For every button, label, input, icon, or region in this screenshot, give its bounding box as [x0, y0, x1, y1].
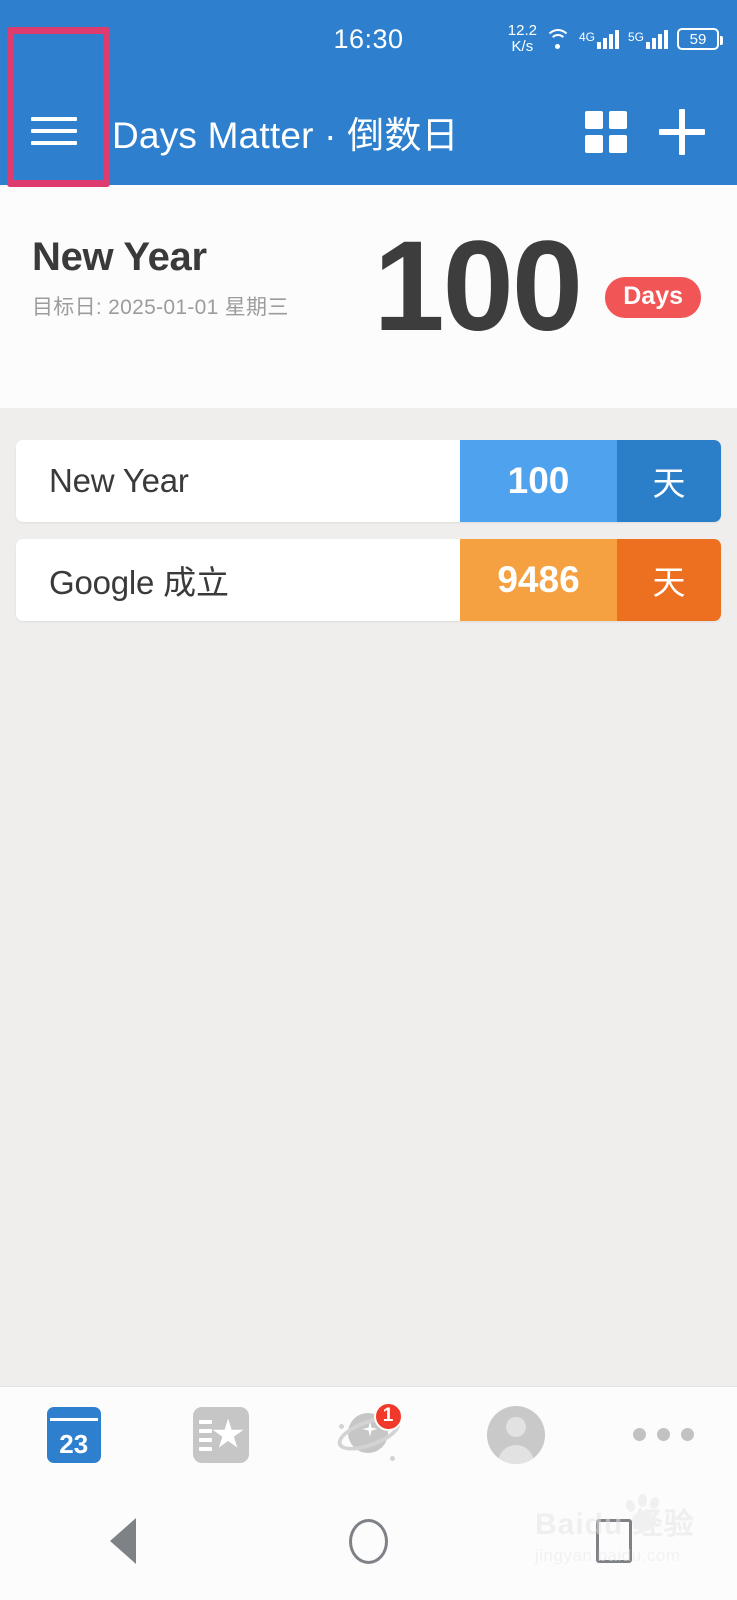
recents-square-icon: [596, 1519, 633, 1563]
featured-text-block: New Year 目标日: 2025-01-01 星期三: [32, 235, 289, 321]
calendar-icon: 23: [46, 1406, 101, 1463]
tab-bookmarks[interactable]: [147, 1387, 294, 1483]
plus-add-icon[interactable]: [652, 78, 712, 185]
grid-view-icon[interactable]: [585, 78, 627, 185]
status-bar: 16:30 12.2 K/s 4G 5G 59: [0, 0, 737, 78]
tab-more[interactable]: [590, 1387, 737, 1483]
wifi-icon: [544, 27, 572, 51]
battery-icon: 59: [677, 28, 723, 50]
android-navigation-bar: [0, 1482, 737, 1600]
user-avatar-icon: [486, 1405, 545, 1464]
nav-recents-button[interactable]: [491, 1482, 737, 1600]
list-item[interactable]: New Year 100 天: [16, 440, 721, 522]
back-triangle-icon: [109, 1518, 136, 1564]
sim1-signal-icon: 4G: [578, 29, 621, 49]
list-item[interactable]: Google 成立 9486 天: [16, 539, 721, 621]
calendar-day-number: 23: [59, 1428, 89, 1459]
more-dots-icon: [632, 1428, 694, 1441]
nav-back-button[interactable]: [0, 1482, 246, 1600]
home-circle-icon: [349, 1518, 388, 1564]
sim2-label: 5G: [627, 29, 644, 44]
network-speed-value: 12.2: [507, 22, 537, 39]
countdown-list: New Year 100 天 Google 成立 9486 天: [0, 440, 737, 638]
status-icons: 12.2 K/s 4G 5G 59: [508, 0, 723, 78]
list-item-count: 9486: [460, 539, 617, 621]
tab-profile[interactable]: [442, 1387, 589, 1483]
network-speed-unit: K/s: [511, 38, 534, 55]
featured-days-badge: Days: [605, 277, 701, 318]
list-item-unit: 天: [617, 539, 721, 621]
tab-discover[interactable]: 1: [295, 1387, 442, 1483]
tab-calendar[interactable]: 23: [0, 1387, 147, 1483]
hamburger-menu-icon[interactable]: [31, 111, 77, 151]
list-item-name: New Year: [49, 462, 189, 499]
list-item-unit: 天: [617, 440, 721, 522]
list-item-name: Google 成立: [49, 564, 229, 601]
bottom-tab-bar: 23 1: [0, 1386, 737, 1482]
notification-badge: 1: [373, 1401, 403, 1431]
nav-home-button[interactable]: [246, 1482, 492, 1600]
bookmark-star-icon: [193, 1406, 250, 1463]
network-speed: 12.2 K/s: [508, 23, 537, 55]
app-bar: Days Matter · 倒数日: [0, 78, 737, 185]
featured-title: New Year: [32, 235, 207, 279]
featured-days-number: 100: [373, 215, 583, 358]
battery-level: 59: [689, 30, 707, 48]
sim2-signal-icon: 5G: [627, 29, 670, 49]
planet-icon: 1: [332, 1401, 405, 1464]
list-item-count: 100: [460, 440, 617, 522]
page-title: Days Matter · 倒数日: [112, 114, 459, 156]
featured-target-date: 目标日: 2025-01-01 星期三: [32, 296, 289, 319]
sim1-label: 4G: [578, 29, 595, 44]
